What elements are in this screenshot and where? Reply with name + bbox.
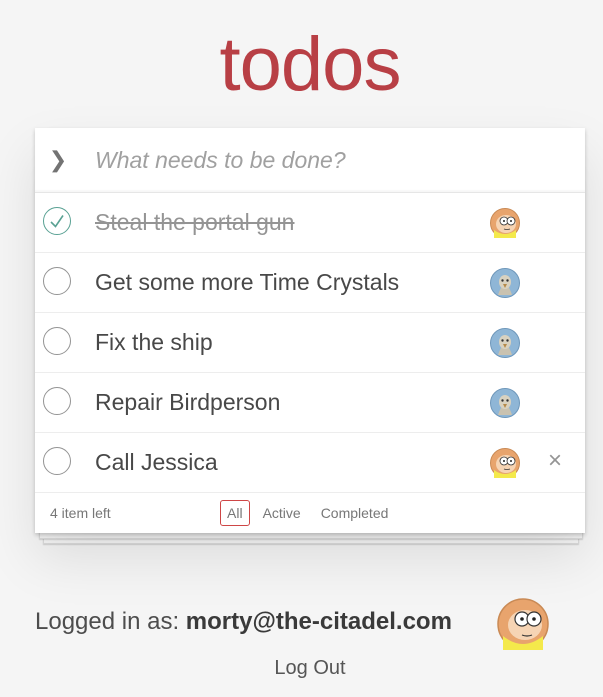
birdperson-avatar: [490, 328, 520, 358]
filter-completed[interactable]: Completed: [314, 500, 396, 526]
birdperson-avatar: [490, 268, 520, 298]
logged-in-prefix: Logged in as:: [35, 608, 186, 635]
items-left-count: 4 item left: [50, 505, 111, 521]
birdperson-avatar: [490, 388, 520, 418]
todo-item: Repair Birdperson: [35, 373, 585, 433]
app-title: todos: [219, 22, 402, 107]
todo-item: Get some more Time Crystals: [35, 253, 585, 313]
filter-active[interactable]: Active: [256, 500, 308, 526]
todo-label[interactable]: Fix the ship: [95, 313, 213, 372]
user-avatar: [497, 598, 549, 650]
todo-toggle-checkbox[interactable]: [43, 207, 71, 235]
filter-all[interactable]: All: [220, 500, 250, 526]
todo-footer: 4 item left All Active Completed: [35, 493, 585, 533]
todo-toggle-checkbox[interactable]: [43, 267, 71, 295]
todo-label[interactable]: Call Jessica: [95, 433, 218, 492]
new-todo-input[interactable]: [81, 146, 535, 174]
todo-list: Steal the portal gun Get some more Time …: [35, 193, 585, 493]
close-icon[interactable]: ×: [543, 449, 567, 473]
filter-tabs: All Active Completed: [220, 500, 401, 526]
logged-in-status: Logged in as: morty@the-citadel.com: [35, 608, 452, 636]
todo-label[interactable]: Repair Birdperson: [95, 373, 280, 432]
todo-label[interactable]: Steal the portal gun: [95, 193, 294, 252]
todo-item: Steal the portal gun: [35, 193, 585, 253]
checkmark-icon: [50, 215, 64, 228]
morty-avatar: [490, 208, 520, 238]
todo-item: Fix the ship: [35, 313, 585, 373]
morty-avatar: [490, 448, 520, 478]
todo-app: ❯ Steal the portal gun: [35, 128, 585, 533]
new-todo-row: ❯: [35, 128, 585, 193]
todo-toggle-checkbox[interactable]: [43, 327, 71, 355]
todo-toggle-checkbox[interactable]: [43, 387, 71, 415]
todo-label[interactable]: Get some more Time Crystals: [95, 253, 399, 312]
logout-link[interactable]: Log Out: [0, 657, 603, 680]
todo-toggle-checkbox[interactable]: [43, 447, 71, 475]
todo-item: Call Jessica ×: [35, 433, 585, 493]
user-email: morty@the-citadel.com: [185, 608, 452, 635]
chevron-down-icon[interactable]: ❯: [35, 147, 81, 173]
